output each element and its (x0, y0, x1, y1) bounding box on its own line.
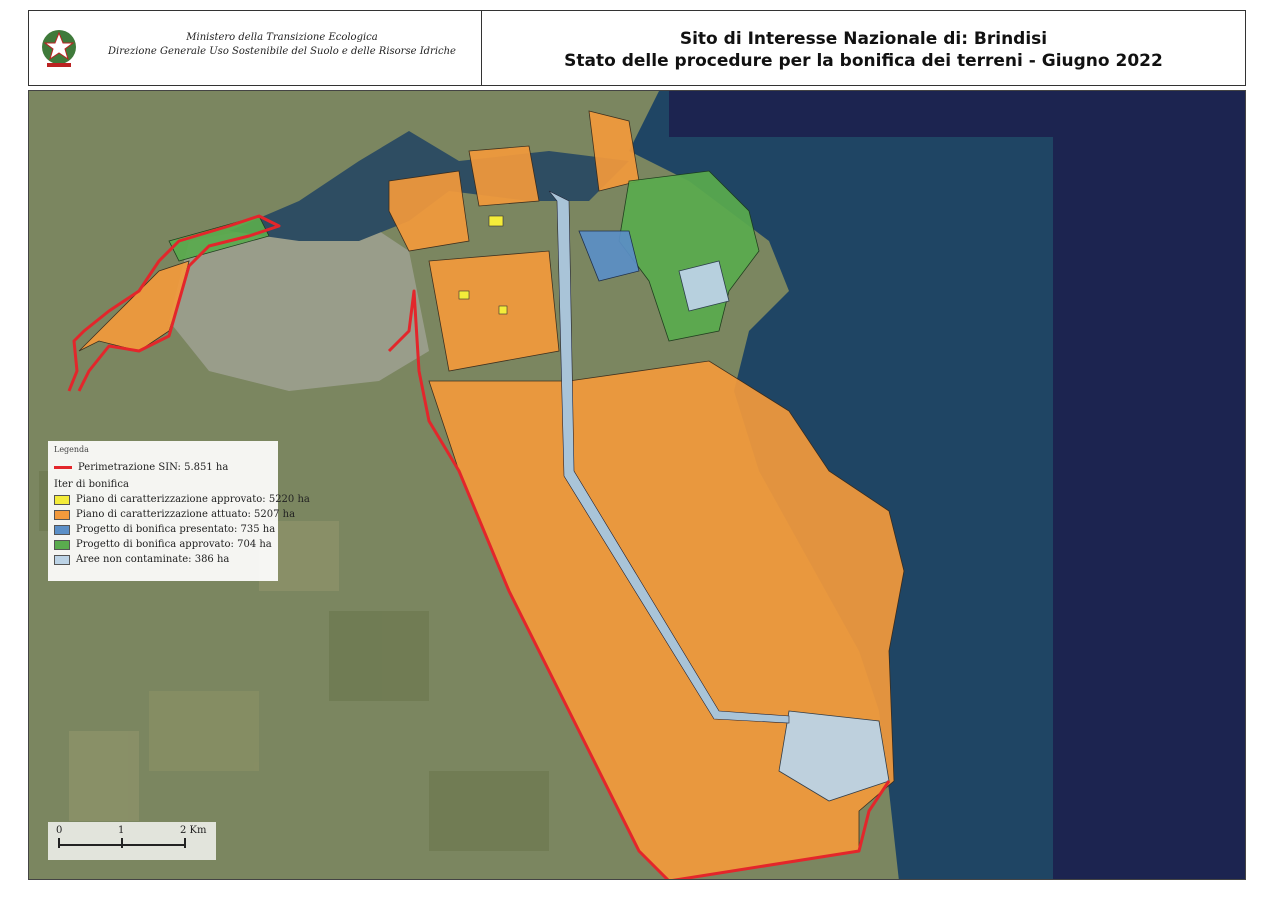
legend-item-label: Aree non contaminate: 386 ha (76, 554, 230, 565)
area-piano-approvato-3[interactable] (498, 305, 508, 315)
legend-item-perimeter-label: Perimetrazione SIN: 5.851 ha (78, 462, 229, 473)
legend-swatch-lightblue (54, 554, 70, 565)
ministry-line-2: Direzione Generale Uso Sostenibile del S… (108, 46, 456, 57)
legend-item-label: Piano di caratterizzazione attuato: 5207… (76, 509, 296, 520)
legend-swatch-yellow (54, 494, 70, 505)
legend-item-piano-attuato: Piano di caratterizzazione attuato: 5207… (54, 507, 295, 522)
legend-swatch-orange (54, 509, 70, 520)
legend-swatch-green (54, 539, 70, 550)
map-subtitle: Stato delle procedure per la bonifica de… (564, 51, 1163, 71)
legend-item-progetto-presentato: Progetto di bonifica presentato: 735 ha (54, 522, 276, 537)
ministry-block: Ministero della Transizione Ecologica Di… (29, 11, 482, 85)
legend-item-label: Progetto di bonifica approvato: 704 ha (76, 539, 272, 550)
scale-label-2: 2 Km (180, 825, 207, 836)
scale-tick (58, 838, 60, 848)
ministry-name: Ministero della Transizione Ecologica Di… (89, 31, 475, 59)
area-piano-approvato-2[interactable] (458, 290, 470, 300)
legend-title: Legenda (54, 445, 89, 454)
area-piano-approvato-1[interactable] (488, 215, 504, 227)
legend-item-piano-approvato: Piano di caratterizzazione approvato: 52… (54, 492, 310, 507)
italian-republic-emblem-icon (42, 30, 76, 67)
map-title: Sito di Interesse Nazionale di: Brindisi (679, 29, 1048, 49)
scale-tick (184, 838, 186, 848)
perimeter-line-swatch (54, 466, 72, 469)
area-piano-attuato-industrial[interactable] (428, 250, 560, 372)
scale-bar: 0 1 2 Km (48, 822, 216, 860)
legend-item-label: Progetto di bonifica presentato: 735 ha (76, 524, 276, 535)
ministry-line-1: Ministero della Transizione Ecologica (186, 32, 378, 43)
legend-item-perimeter: Perimetrazione SIN: 5.851 ha (54, 460, 272, 475)
area-piano-attuato-north-2[interactable] (468, 145, 540, 207)
navy-top-panel (669, 91, 1110, 137)
legend-swatch-blue (54, 524, 70, 535)
scale-tick (121, 838, 123, 848)
legend-subtitle: Iter di bonifica (54, 479, 129, 490)
map-header: Ministero della Transizione Ecologica Di… (28, 10, 1246, 86)
scale-label-0: 0 (56, 825, 63, 836)
navy-side-panel (1053, 91, 1245, 879)
legend-item-non-contaminate: Aree non contaminate: 386 ha (54, 552, 272, 567)
title-block: Sito di Interesse Nazionale di: Brindisi… (482, 11, 1245, 85)
legend-item-label: Piano di caratterizzazione approvato: 52… (76, 494, 310, 505)
legend-item-progetto-approvato: Progetto di bonifica approvato: 704 ha (54, 537, 272, 552)
legend: Legenda Perimetrazione SIN: 5.851 ha Ite… (48, 441, 310, 581)
scale-label-1: 1 (118, 825, 125, 836)
